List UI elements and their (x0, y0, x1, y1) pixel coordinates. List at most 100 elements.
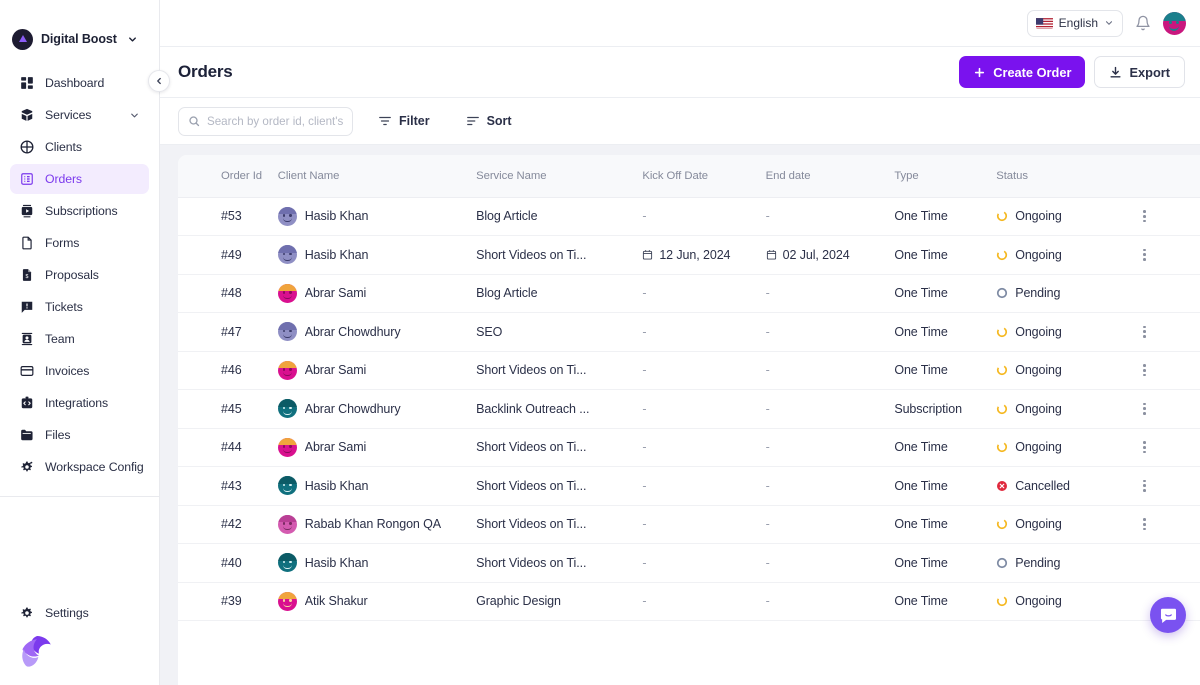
sidebar-item-label: Files (45, 428, 70, 442)
cell-service-name: Short Videos on Ti... (476, 236, 642, 275)
filter-button[interactable]: Filter (367, 107, 441, 136)
cell-end-date: - (766, 440, 770, 454)
sidebar-item-proposals[interactable]: $ Proposals (10, 260, 149, 290)
table-row[interactable]: #39Atik ShakurGraphic Design--One TimeOn… (178, 582, 1200, 621)
search-box[interactable] (178, 107, 353, 136)
sidebar-item-clients[interactable]: Clients (10, 132, 149, 162)
sidebar-item-services[interactable]: Services (10, 100, 149, 130)
cell-service-name: Short Videos on Ti... (476, 544, 642, 583)
cell-kick-off-date: - (642, 209, 646, 223)
status-label: Ongoing (1015, 440, 1062, 454)
row-actions-button[interactable] (1136, 323, 1154, 341)
cell-kick-off-date-wrap: - (642, 544, 765, 583)
cell-order-id: #44 (178, 428, 278, 467)
sidebar-item-team[interactable]: Team (10, 324, 149, 354)
sidebar-item-subscriptions[interactable]: Subscriptions (10, 196, 149, 226)
sidebar-collapse-button[interactable] (148, 70, 170, 92)
table-row[interactable]: #40Hasib KhanShort Videos on Ti...--One … (178, 544, 1200, 583)
cell-type: Subscription (894, 390, 996, 429)
cell-type: One Time (894, 351, 996, 390)
avatar (278, 476, 297, 495)
workspace-switcher[interactable]: Digital Boost (0, 10, 159, 68)
row-actions-button[interactable] (1136, 207, 1154, 225)
column-header-end-date[interactable]: End date (766, 155, 895, 197)
cell-end-date-wrap: - (766, 428, 895, 467)
sidebar-item-invoices[interactable]: Invoices (10, 356, 149, 386)
avatar (278, 515, 297, 534)
notifications-button[interactable] (1133, 13, 1153, 33)
header-actions: Create Order Export (959, 56, 1185, 88)
row-actions-button[interactable] (1136, 477, 1154, 495)
language-selector[interactable]: English (1027, 10, 1123, 37)
cell-service-name: SEO (476, 313, 642, 352)
cell-kick-off-date-wrap: - (642, 390, 765, 429)
chevron-down-icon[interactable] (129, 110, 140, 121)
row-actions-button[interactable] (1136, 438, 1154, 456)
column-header-kick-off-date[interactable]: Kick Off Date (642, 155, 765, 197)
cell-kick-off-date: - (642, 402, 646, 416)
sidebar-item-forms[interactable]: Forms (10, 228, 149, 258)
create-order-label: Create Order (993, 65, 1071, 80)
table-body: #53Hasib KhanBlog Article--One TimeOngoi… (178, 197, 1200, 621)
status-icon (996, 480, 1008, 492)
column-header-service-name[interactable]: Service Name (476, 155, 642, 197)
table-row[interactable]: #42Rabab Khan Rongon QAShort Videos on T… (178, 505, 1200, 544)
cell-end-date-wrap: - (766, 544, 895, 583)
sidebar-item-dashboard[interactable]: Dashboard (10, 68, 149, 98)
cell-kick-off-date: - (642, 479, 646, 493)
table-row[interactable]: #43Hasib KhanShort Videos on Ti...--One … (178, 467, 1200, 506)
search-input[interactable] (207, 115, 343, 128)
status-icon (996, 441, 1008, 453)
table-area: Order Id Client Name Service Name Kick O… (160, 145, 1200, 685)
cell-order-id: #40 (178, 544, 278, 583)
cell-kick-off-date-wrap: - (642, 197, 765, 236)
orders-table-card: Order Id Client Name Service Name Kick O… (178, 155, 1200, 685)
row-actions-button[interactable] (1136, 246, 1154, 264)
sidebar-item-settings[interactable]: Settings (10, 598, 149, 628)
column-header-order-id[interactable]: Order Id (178, 155, 278, 197)
cell-kick-off-date: - (642, 440, 646, 454)
column-header-status[interactable]: Status (996, 155, 1135, 197)
cell-kick-off-date: 12 Jun, 2024 (642, 248, 765, 262)
chat-widget-button[interactable] (1150, 597, 1186, 633)
table-row[interactable]: #49Hasib KhanShort Videos on Ti...12 Jun… (178, 236, 1200, 275)
row-actions-button[interactable] (1136, 361, 1154, 379)
table-row[interactable]: #48Abrar SamiBlog Article--One TimePendi… (178, 274, 1200, 313)
sidebar-item-integrations[interactable]: Integrations (10, 388, 149, 418)
table-row[interactable]: #46Abrar SamiShort Videos on Ti...--One … (178, 351, 1200, 390)
cell-kick-off-date: - (642, 594, 646, 608)
cell-order-id: #47 (178, 313, 278, 352)
sort-label: Sort (487, 114, 512, 128)
column-header-type[interactable]: Type (894, 155, 996, 197)
table-row[interactable]: #45Abrar ChowdhuryBacklink Outreach ...-… (178, 390, 1200, 429)
cell-actions (1136, 197, 1200, 236)
export-button[interactable]: Export (1094, 56, 1185, 88)
cell-status: Ongoing (996, 505, 1135, 544)
sort-button[interactable]: Sort (455, 107, 523, 136)
cell-status: Ongoing (996, 236, 1135, 275)
cell-client-name: Rabab Khan Rongon QA (278, 505, 476, 544)
globe-icon (19, 140, 34, 155)
column-header-client-name[interactable]: Client Name (278, 155, 476, 197)
table-row[interactable]: #53Hasib KhanBlog Article--One TimeOngoi… (178, 197, 1200, 236)
cell-actions (1136, 351, 1200, 390)
table-row[interactable]: #44Abrar SamiShort Videos on Ti...--One … (178, 428, 1200, 467)
sidebar-item-label: Team (45, 332, 75, 346)
status-label: Ongoing (1015, 248, 1062, 262)
table-row[interactable]: #47Abrar ChowdhurySEO--One TimeOngoing (178, 313, 1200, 352)
avatar (278, 553, 297, 572)
sidebar-item-orders[interactable]: Orders (10, 164, 149, 194)
cell-end-date-wrap: - (766, 274, 895, 313)
row-actions-button[interactable] (1136, 400, 1154, 418)
main-content: English Orders Creat (160, 0, 1200, 685)
status-label: Cancelled (1015, 479, 1070, 493)
cell-status: Ongoing (996, 428, 1135, 467)
sidebar-item-workspace-config[interactable]: Workspace Config (10, 452, 149, 482)
cell-status: Pending (996, 274, 1135, 313)
sidebar-item-tickets[interactable]: Tickets (10, 292, 149, 322)
row-actions-button[interactable] (1136, 515, 1154, 533)
grid-icon (19, 76, 34, 91)
sidebar-item-files[interactable]: Files (10, 420, 149, 450)
create-order-button[interactable]: Create Order (959, 56, 1085, 88)
user-avatar[interactable] (1163, 12, 1186, 35)
